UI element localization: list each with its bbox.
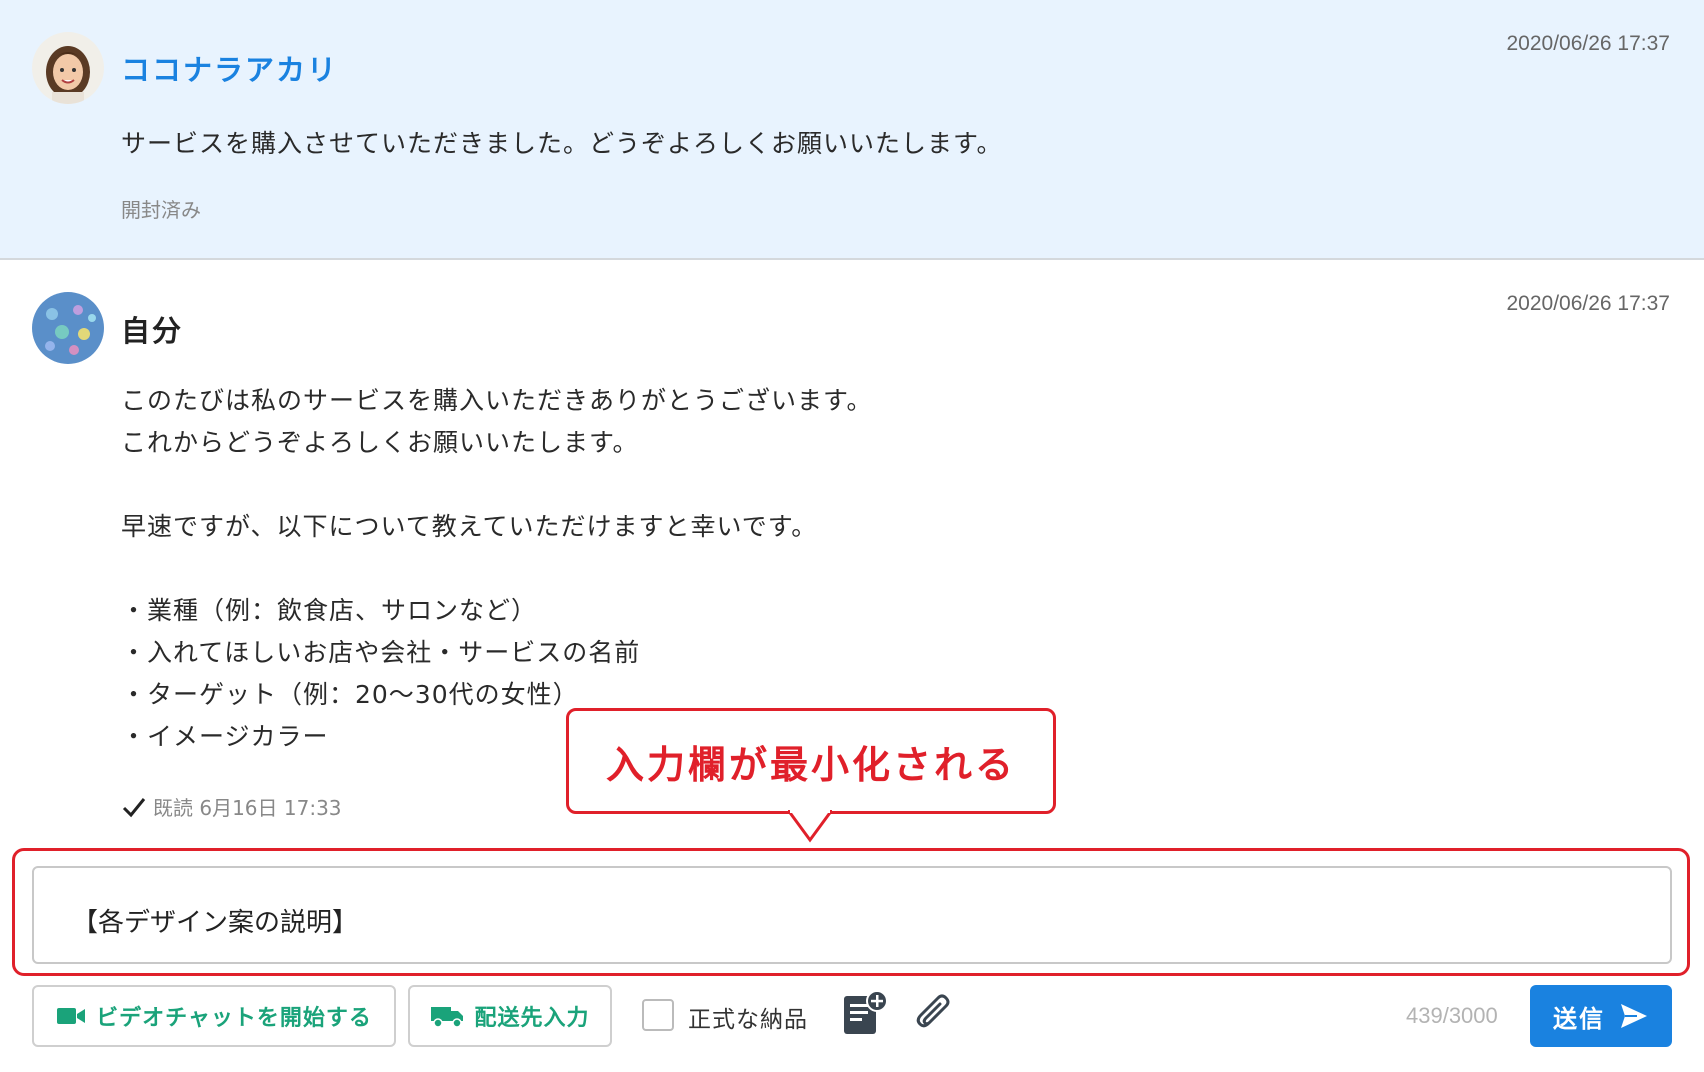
read-status: 既読 6月16日 17:33	[121, 792, 342, 821]
paperclip-icon[interactable]	[914, 994, 954, 1034]
annotation-callout-tail	[788, 810, 832, 843]
message-line	[121, 464, 873, 506]
annotation-highlight-box	[12, 848, 1690, 976]
message-body: このたびは私のサービスを購入いただきありがとうございます。 これからどうぞよろし…	[121, 380, 873, 758]
check-icon	[122, 797, 146, 817]
document-add-icon[interactable]	[842, 990, 888, 1036]
send-label: 送信	[1553, 1004, 1605, 1033]
annotation-callout: 入力欄が最小化される	[566, 708, 1056, 814]
message-line: ・業種（例：飲食店、サロンなど）	[121, 596, 538, 625]
official-delivery-label[interactable]: 正式な納品	[688, 1000, 808, 1034]
official-delivery-checkbox[interactable]	[642, 999, 674, 1031]
message-body: サービスを購入させていただきました。どうぞよろしくお願いいたします。	[121, 129, 1003, 158]
read-status: 開封済み	[121, 198, 201, 222]
message-line	[121, 548, 873, 590]
read-status-text: 既読 6月16日 17:33	[153, 796, 342, 820]
message-timestamp: 2020/06/26 17:37	[1506, 292, 1671, 315]
message-timestamp: 2020/06/26 17:37	[1506, 32, 1671, 55]
message-line: これからどうぞよろしくお願いいたします。	[121, 428, 639, 457]
video-chat-label: ビデオチャットを開始する	[96, 1006, 372, 1031]
character-counter: 439/3000	[1406, 1003, 1498, 1028]
annotation-callout-text: 入力欄が最小化される	[605, 742, 1016, 787]
message-line: 早速ですが、以下について教えていただけますと幸いです。	[121, 512, 818, 541]
sender-name[interactable]: ココナラアカリ	[121, 47, 338, 89]
message-item-partner: ココナラアカリ 2020/06/26 17:37 サービスを購入させていただきま…	[0, 0, 1704, 260]
truck-icon	[431, 1007, 464, 1028]
message-line: ・入れてほしいお店や会社・サービスの名前	[121, 638, 641, 667]
shipping-label: 配送先入力	[474, 1006, 590, 1031]
message-line: このたびは私のサービスを購入いただきありがとうございます。	[121, 386, 873, 415]
video-chat-button[interactable]: ビデオチャットを開始する	[32, 985, 396, 1047]
shipping-address-button[interactable]: 配送先入力	[408, 985, 612, 1047]
send-arrow-icon	[1621, 1004, 1647, 1028]
sender-name[interactable]: 自分	[121, 308, 183, 350]
avatar-self[interactable]	[32, 292, 104, 364]
send-button[interactable]: 送信	[1530, 985, 1672, 1047]
video-camera-icon	[57, 1008, 86, 1024]
avatar-partner[interactable]	[32, 32, 104, 104]
